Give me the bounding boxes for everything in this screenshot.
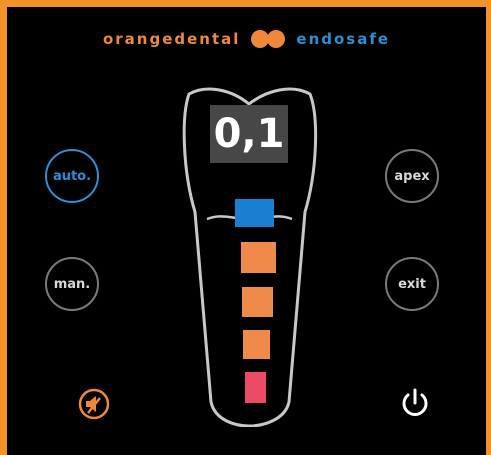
meter-segment-2 <box>242 287 273 317</box>
speaker-muted-icon <box>78 388 110 420</box>
apex-label: apex <box>394 168 430 184</box>
exit-button[interactable]: exit <box>385 257 439 311</box>
mute-button[interactable] <box>77 387 111 421</box>
meter-segment-4 <box>245 372 266 403</box>
manual-mode-button[interactable]: man. <box>45 257 99 311</box>
manual-mode-label: man. <box>53 276 91 292</box>
exit-label: exit <box>398 276 426 292</box>
meter-segment-1 <box>241 242 276 273</box>
power-button[interactable] <box>397 385 433 421</box>
link-logo-icon <box>251 30 286 48</box>
distance-display: 0,1 <box>210 105 288 163</box>
auto-mode-button[interactable]: auto. <box>45 149 99 203</box>
device-screen: orangedental endosafe auto. man. apex ex… <box>7 7 486 455</box>
auto-mode-label: auto. <box>52 168 92 184</box>
meter-segment-3 <box>243 330 270 359</box>
distance-value: 0,1 <box>213 111 285 157</box>
apex-button[interactable]: apex <box>385 149 439 203</box>
power-icon <box>402 388 428 416</box>
brand-header: orangedental endosafe <box>7 29 486 49</box>
brand-endosafe: endosafe <box>296 30 391 48</box>
apex-meter <box>235 199 276 403</box>
meter-segment-apex <box>235 199 274 227</box>
brand-orangedental: orangedental <box>102 30 241 48</box>
